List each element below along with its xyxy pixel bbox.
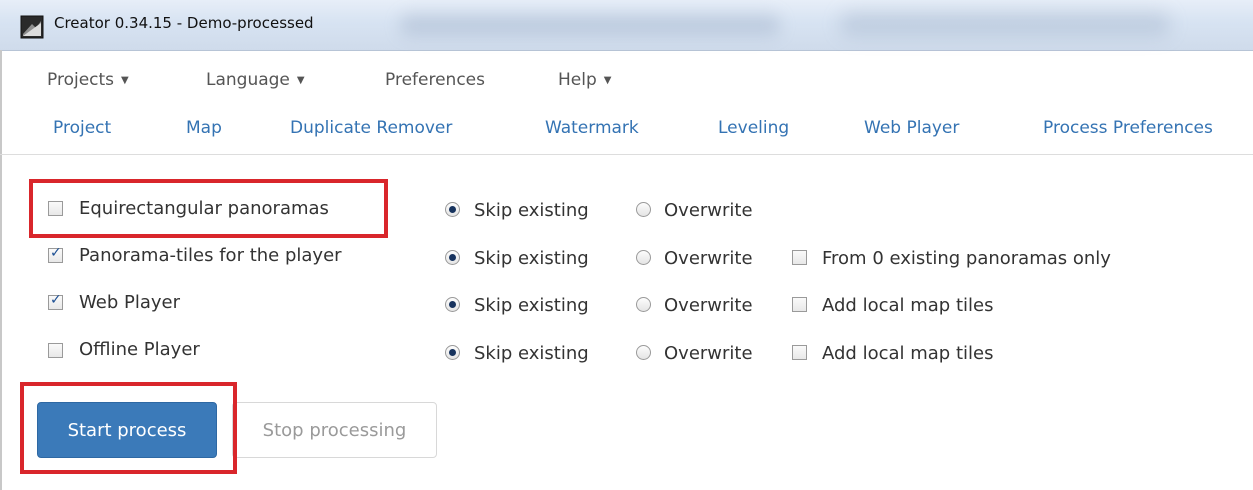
radio-overwrite-equirectangular[interactable] — [636, 202, 651, 217]
menu-preferences[interactable]: Preferences — [385, 70, 485, 90]
radio-selected-dot — [449, 254, 456, 261]
radio-overwrite-web-player[interactable] — [636, 297, 651, 312]
blurred-background-window — [400, 14, 780, 36]
label-local-map-tiles-offline: Add local map tiles — [822, 343, 994, 364]
highlight-box-equirectangular — [29, 179, 388, 238]
label-overwrite: Overwrite — [664, 200, 753, 221]
tab-duplicate-remover[interactable]: Duplicate Remover — [290, 118, 452, 138]
label-panorama-tiles: Panorama-tiles for the player — [79, 245, 342, 266]
blurred-background-window — [840, 12, 1170, 36]
label-local-map-tiles-web: Add local map tiles — [822, 295, 994, 316]
highlight-box-start-process — [20, 382, 237, 474]
app-logo-icon — [20, 15, 44, 39]
radio-selected-dot — [449, 301, 456, 308]
radio-skip-panorama-tiles[interactable] — [445, 250, 460, 265]
caret-down-icon: ▼ — [296, 75, 305, 86]
checkbox-from-existing-only[interactable] — [792, 250, 807, 265]
checkbox-local-map-tiles-web[interactable] — [792, 297, 807, 312]
tab-map[interactable]: Map — [186, 118, 222, 138]
tab-leveling[interactable]: Leveling — [718, 118, 789, 138]
tab-project[interactable]: Project — [53, 118, 111, 138]
menu-projects[interactable]: Projects ▼ — [47, 70, 129, 90]
checkbox-offline-player[interactable] — [48, 343, 63, 358]
caret-down-icon: ▼ — [121, 75, 129, 86]
label-overwrite: Overwrite — [664, 248, 753, 269]
menu-bar: Projects ▼ Language ▼ Preferences Help ▼ — [0, 50, 1253, 104]
tab-process-preferences[interactable]: Process Preferences — [1043, 118, 1213, 138]
label-from-existing-only: From 0 existing panoramas only — [822, 248, 1111, 269]
tab-bar: Project Map Duplicate Remover Watermark … — [0, 104, 1253, 155]
tab-watermark[interactable]: Watermark — [545, 118, 639, 138]
radio-skip-offline-player[interactable] — [445, 345, 460, 360]
label-skip-existing: Skip existing — [474, 200, 589, 221]
caret-down-icon: ▼ — [603, 75, 612, 86]
label-overwrite: Overwrite — [664, 295, 753, 316]
checkmark-icon: ✓ — [50, 292, 62, 308]
menu-help[interactable]: Help ▼ — [558, 70, 611, 90]
label-skip-existing: Skip existing — [474, 248, 589, 269]
window-title: Creator 0.34.15 - Demo-processed — [54, 14, 314, 32]
stop-processing-button[interactable]: Stop processing — [232, 402, 437, 458]
radio-selected-dot — [449, 349, 456, 356]
label-web-player: Web Player — [79, 292, 180, 313]
menu-preferences-label: Preferences — [385, 70, 485, 90]
menu-language-label: Language — [206, 70, 290, 90]
label-offline-player: Offline Player — [79, 339, 200, 360]
menu-help-label: Help — [558, 70, 597, 90]
label-skip-existing: Skip existing — [474, 295, 589, 316]
title-bar: Creator 0.34.15 - Demo-processed — [0, 0, 1253, 51]
menu-projects-label: Projects — [47, 70, 115, 90]
checkbox-web-player[interactable]: ✓ — [48, 292, 63, 310]
tab-web-player[interactable]: Web Player — [864, 118, 959, 138]
menu-language[interactable]: Language ▼ — [206, 70, 305, 90]
checkmark-icon: ✓ — [50, 245, 62, 261]
checkbox-local-map-tiles-offline[interactable] — [792, 345, 807, 360]
radio-overwrite-panorama-tiles[interactable] — [636, 250, 651, 265]
radio-skip-equirectangular[interactable] — [445, 202, 460, 217]
label-skip-existing: Skip existing — [474, 343, 589, 364]
label-overwrite: Overwrite — [664, 343, 753, 364]
checkbox-panorama-tiles[interactable]: ✓ — [48, 245, 63, 263]
radio-skip-web-player[interactable] — [445, 297, 460, 312]
radio-selected-dot — [449, 206, 456, 213]
radio-overwrite-offline-player[interactable] — [636, 345, 651, 360]
